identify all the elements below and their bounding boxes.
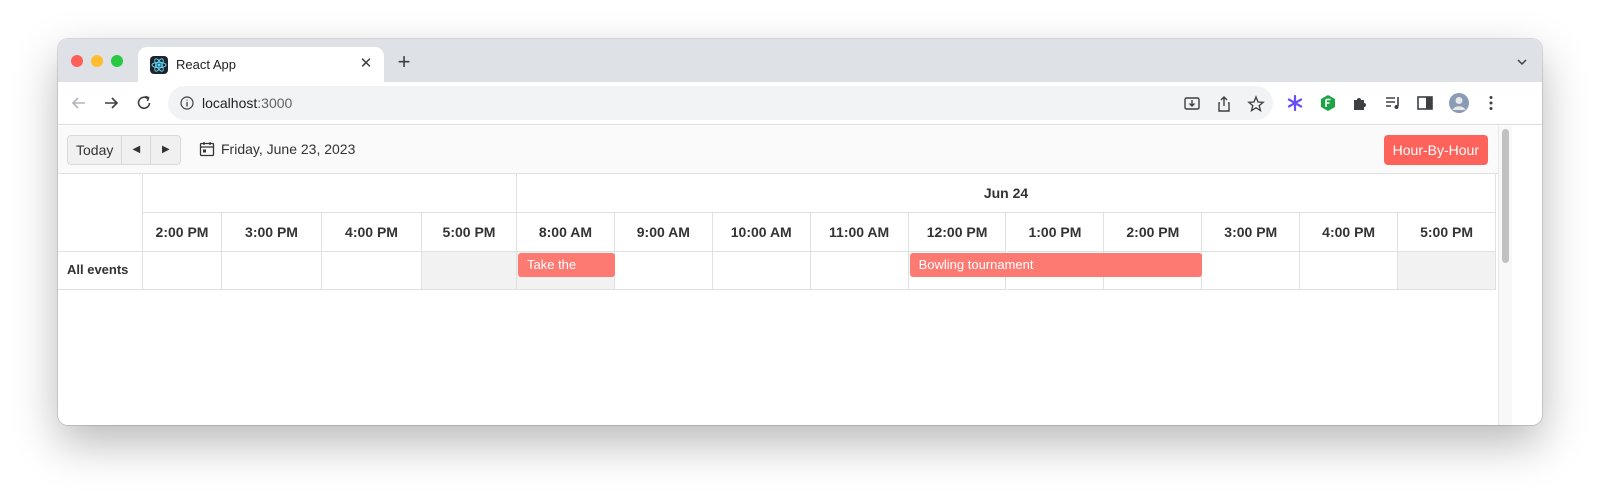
share-icon[interactable]: [1215, 95, 1233, 113]
today-button[interactable]: Today: [68, 136, 123, 164]
time-header-cell: 3:00 PM: [1202, 213, 1301, 252]
time-header-cell: 4:00 PM: [322, 213, 422, 252]
minimize-window-button[interactable]: [91, 55, 103, 67]
url-host: localhost: [202, 95, 258, 111]
scheduler-app: Today ◀ ▶ Friday, June 23, 2023 Hour-By-…: [58, 126, 1498, 425]
time-slot-cell[interactable]: [614, 252, 713, 290]
time-slot-cell[interactable]: [1398, 252, 1496, 290]
event-block[interactable]: Take the: [518, 253, 615, 277]
side-panel-icon[interactable]: [1416, 94, 1434, 112]
time-slot-cell[interactable]: [1202, 252, 1301, 290]
time-slot-cell[interactable]: [322, 252, 422, 290]
time-header-cell: 3:00 PM: [222, 213, 322, 252]
time-header-cell: 2:00 PM: [143, 213, 222, 252]
reload-icon[interactable]: [134, 93, 154, 113]
time-slot-cell[interactable]: [143, 252, 222, 290]
extension-f-icon[interactable]: [1319, 94, 1337, 112]
browser-tab[interactable]: React App ✕: [138, 47, 384, 82]
time-slot-cell[interactable]: [222, 252, 322, 290]
previous-button[interactable]: ◀: [122, 136, 152, 164]
extensions-puzzle-icon[interactable]: [1351, 94, 1369, 112]
react-logo-icon: [150, 56, 168, 74]
time-header-cell: 4:00 PM: [1300, 213, 1399, 252]
date-header-prev: [143, 174, 517, 213]
chevron-down-icon[interactable]: [1516, 55, 1528, 73]
bookmark-star-icon[interactable]: [1247, 95, 1265, 113]
resource-header-divider: [58, 251, 143, 252]
event-block[interactable]: Bowling tournament: [909, 253, 1203, 277]
time-header-cell: 9:00 AM: [614, 213, 713, 252]
time-header-cell: 1:00 PM: [1006, 213, 1105, 252]
back-arrow-icon[interactable]: [69, 93, 89, 113]
resource-label: All events: [67, 262, 129, 277]
tab-strip: React App ✕ +: [58, 39, 1542, 82]
forward-arrow-icon[interactable]: [101, 93, 121, 113]
scheduler-toolbar: Today ◀ ▶ Friday, June 23, 2023 Hour-By-…: [58, 126, 1498, 174]
address-url: localhost:3000: [202, 95, 292, 111]
time-slot-cell[interactable]: [422, 252, 517, 290]
vertical-scrollbar[interactable]: [1498, 126, 1512, 425]
close-window-button[interactable]: [71, 55, 83, 67]
date-picker-button[interactable]: Friday, June 23, 2023: [199, 141, 355, 157]
time-header-cell: 5:00 PM: [422, 213, 517, 252]
time-header-cell: 8:00 AM: [517, 213, 615, 252]
time-header-cell: 12:00 PM: [908, 213, 1007, 252]
time-slot-cell[interactable]: [810, 252, 909, 290]
tab-title: React App: [176, 57, 236, 72]
current-date-label: Friday, June 23, 2023: [221, 141, 356, 157]
calendar-icon: [199, 142, 215, 157]
date-header: Jun 24: [517, 174, 1496, 213]
browser-toolbar: localhost:3000: [58, 82, 1542, 125]
timeline-grid: All events Jun 24 2:00 PM 3:00 PM 4:00 PM 5…: [58, 174, 1496, 290]
new-tab-button[interactable]: +: [392, 50, 416, 74]
tab-close-icon[interactable]: ✕: [356, 54, 376, 74]
media-controls-icon[interactable]: [1384, 94, 1402, 112]
url-port: :3000: [257, 95, 293, 111]
resource-header: All events: [58, 174, 143, 290]
browser-window: React App ✕ + localhost:3000 Today ◀ ▶ F…: [58, 39, 1542, 425]
address-bar[interactable]: localhost:3000: [168, 86, 1273, 120]
view-switcher-button[interactable]: Hour-By-Hour: [1383, 135, 1488, 165]
time-header-cell: 2:00 PM: [1104, 213, 1203, 252]
info-icon[interactable]: [180, 96, 194, 115]
extension-asterisk-icon[interactable]: [1286, 94, 1304, 112]
time-header-cell: 5:00 PM: [1398, 213, 1496, 252]
next-button[interactable]: ▶: [151, 136, 180, 164]
navigation-button-group: Today ◀ ▶: [67, 135, 182, 165]
install-app-icon[interactable]: [1183, 95, 1201, 113]
scrollbar-thumb[interactable]: [1502, 129, 1509, 263]
time-header-cell: 11:00 AM: [810, 213, 909, 252]
time-slot-cell[interactable]: [1300, 252, 1399, 290]
time-header-cell: 10:00 AM: [712, 213, 811, 252]
time-slot-cell[interactable]: [712, 252, 811, 290]
maximize-window-button[interactable]: [111, 55, 123, 67]
kebab-menu-icon[interactable]: [1482, 94, 1500, 112]
profile-avatar-icon[interactable]: [1448, 92, 1470, 114]
